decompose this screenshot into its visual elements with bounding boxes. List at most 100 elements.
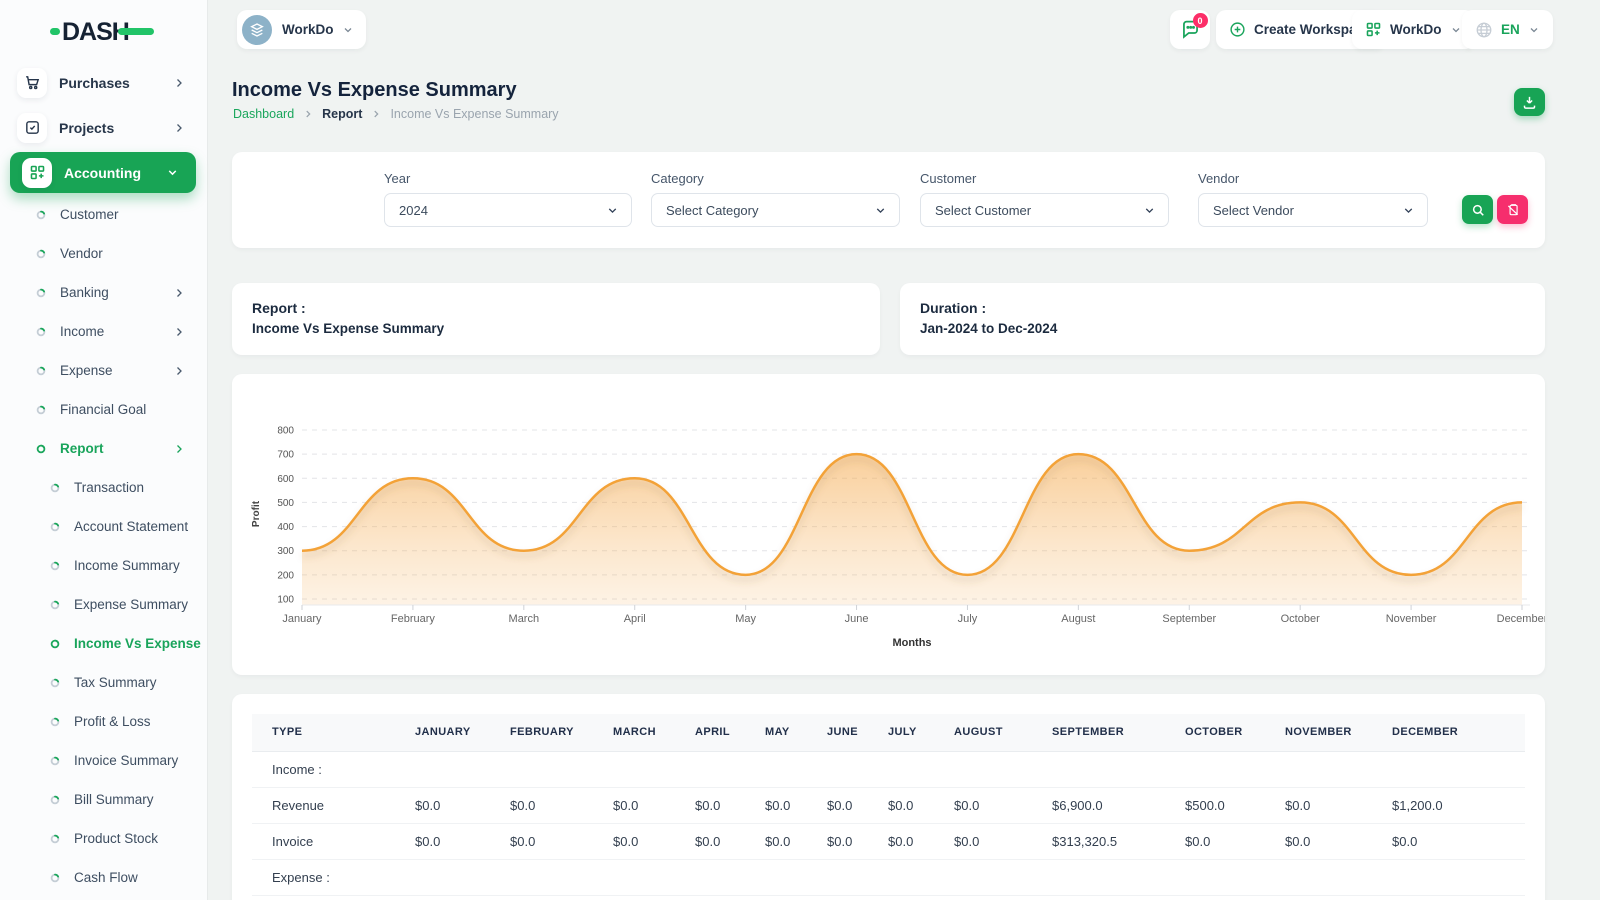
workspace-avatar <box>242 15 272 45</box>
bullet-icon <box>50 561 60 571</box>
cell-value: $0.0 <box>954 787 1052 823</box>
cell-value: $0.0 <box>510 823 613 859</box>
chevron-right-icon <box>173 326 185 338</box>
svg-text:August: August <box>1061 613 1095 625</box>
svg-text:800: 800 <box>277 426 294 437</box>
chevron-down-icon <box>1143 204 1156 217</box>
bullet-icon <box>50 795 60 805</box>
sidebar-item-label: Account Statement <box>74 519 188 534</box>
grid-plus-icon <box>1365 21 1382 38</box>
cell-value: $500.0 <box>1185 787 1285 823</box>
svg-text:April: April <box>624 613 646 625</box>
sidebar-item-income-vs-expense[interactable]: Income Vs Expense <box>0 624 207 663</box>
sidebar-item-tax-summary[interactable]: Tax Summary <box>0 663 207 702</box>
sidebar-item-vendor[interactable]: Vendor <box>0 234 207 273</box>
reset-filter-button[interactable] <box>1497 195 1528 224</box>
sidebar-item-account-statement[interactable]: Account Statement <box>0 507 207 546</box>
x-axis-labels: JanuaryFebruaryMarchAprilMayJuneJulyAugu… <box>282 605 1545 625</box>
sidebar: DASH Purchases Projects Accounting Customer… <box>0 0 207 900</box>
sidebar-item-income[interactable]: Income <box>0 312 207 351</box>
bullet-icon <box>36 327 46 337</box>
category-select[interactable]: Select Category <box>651 193 900 227</box>
globe-icon <box>1475 21 1493 39</box>
sidebar-item-income-summary[interactable]: Income Summary <box>0 546 207 585</box>
sidebar-item-invoice-summary[interactable]: Invoice Summary <box>0 741 207 780</box>
sidebar-item-label: Report <box>60 441 104 456</box>
svg-text:November: November <box>1386 613 1437 625</box>
filter-card: Year 2024 Category Select Category Custo… <box>232 152 1545 248</box>
duration-card-value: Jan-2024 to Dec-2024 <box>920 321 1057 336</box>
vendor-label: Vendor <box>1198 171 1428 186</box>
bullet-icon <box>36 405 46 415</box>
app-logo[interactable]: DASH <box>50 14 155 48</box>
svg-text:December: December <box>1497 613 1545 625</box>
breadcrumb: Dashboard Report Income Vs Expense Summa… <box>233 107 559 121</box>
sidebar-item-profit-loss[interactable]: Profit & Loss <box>0 702 207 741</box>
cell-value: $0.0 <box>954 823 1052 859</box>
cell-value: $6,900.0 <box>1052 787 1185 823</box>
cell-value: $0.0 <box>415 787 510 823</box>
apply-filter-button[interactable] <box>1462 195 1493 224</box>
category-value: Select Category <box>666 203 759 218</box>
sidebar-item-label: Transaction <box>74 480 144 495</box>
search-icon <box>1471 203 1485 217</box>
column-header: TYPE <box>252 714 415 751</box>
svg-text:July: July <box>958 613 978 625</box>
sidebar-item-purchases[interactable]: Purchases <box>0 60 207 105</box>
sidebar-item-label: Tax Summary <box>74 675 157 690</box>
workspace-menu-button[interactable]: WorkDo <box>1352 10 1475 49</box>
column-header: APRIL <box>695 714 765 751</box>
sidebar-item-label: Accounting <box>64 165 141 181</box>
cell-value: $0.0 <box>888 787 954 823</box>
column-header: OCTOBER <box>1185 714 1285 751</box>
sidebar-item-projects[interactable]: Projects <box>0 105 207 150</box>
sidebar-item-financial-goal[interactable]: Financial Goal <box>0 390 207 429</box>
sidebar-item-label: Projects <box>59 120 114 136</box>
sidebar-item-expense-summary[interactable]: Expense Summary <box>0 585 207 624</box>
sidebar-item-label: Vendor <box>60 246 103 261</box>
breadcrumb-report[interactable]: Report <box>322 107 362 121</box>
cell-value: $0.0 <box>1185 823 1285 859</box>
sidebar-item-accounting[interactable]: Accounting <box>0 150 207 195</box>
sidebar-item-label: Expense <box>60 363 113 378</box>
language-selector[interactable]: EN <box>1462 10 1553 49</box>
row-label: Revenue <box>252 787 415 823</box>
cell-value: $0.0 <box>765 823 827 859</box>
sidebar-item-transaction[interactable]: Transaction <box>0 468 207 507</box>
bullet-icon <box>50 483 60 493</box>
breadcrumb-current: Income Vs Expense Summary <box>390 107 558 121</box>
sidebar-item-label: Bill Summary <box>74 792 154 807</box>
column-header: JANUARY <box>415 714 510 751</box>
year-label: Year <box>384 171 632 186</box>
download-button[interactable] <box>1514 88 1545 116</box>
sidebar-item-customer[interactable]: Customer <box>0 195 207 234</box>
cell-value: $1,200.0 <box>1392 787 1525 823</box>
svg-text:100: 100 <box>277 595 294 606</box>
sidebar-item-banking[interactable]: Banking <box>0 273 207 312</box>
sidebar-item-report[interactable]: Report <box>0 429 207 468</box>
column-header: JUNE <box>827 714 888 751</box>
customer-select[interactable]: Select Customer <box>920 193 1169 227</box>
duration-info-card: Duration : Jan-2024 to Dec-2024 <box>900 283 1545 355</box>
sidebar-item-label: Profit & Loss <box>74 714 151 729</box>
bullet-icon <box>36 444 46 454</box>
sidebar-item-product-stock[interactable]: Product Stock <box>0 819 207 858</box>
workspace-switcher[interactable]: WorkDo <box>237 10 366 49</box>
sidebar-item-label: Purchases <box>59 75 130 91</box>
chevron-down-icon <box>1450 24 1462 36</box>
svg-text:600: 600 <box>277 474 294 485</box>
chevron-right-icon <box>173 287 185 299</box>
sidebar-item-bill-summary[interactable]: Bill Summary <box>0 780 207 819</box>
bullet-icon <box>36 288 46 298</box>
sidebar-item-label: Income Vs Expense <box>74 636 201 651</box>
sidebar-item-cash-flow[interactable]: Cash Flow <box>0 858 207 897</box>
year-select[interactable]: 2024 <box>384 193 632 227</box>
breadcrumb-dashboard[interactable]: Dashboard <box>233 107 294 121</box>
messages-button[interactable]: 0 <box>1170 10 1210 49</box>
vendor-select[interactable]: Select Vendor <box>1198 193 1428 227</box>
customer-value: Select Customer <box>935 203 1031 218</box>
svg-text:February: February <box>391 613 436 625</box>
column-header: SEPTEMBER <box>1052 714 1185 751</box>
grid-plus-icon <box>22 158 52 188</box>
sidebar-item-expense[interactable]: Expense <box>0 351 207 390</box>
